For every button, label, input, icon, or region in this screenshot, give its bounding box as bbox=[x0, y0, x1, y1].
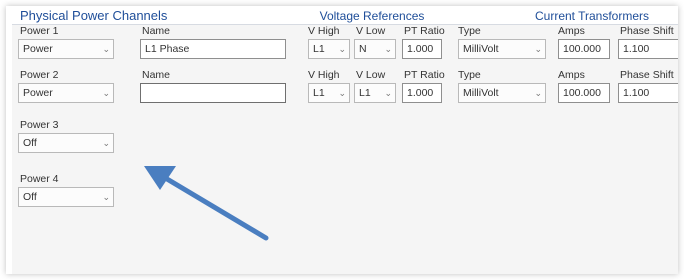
power-4-mode-select[interactable]: Off ⌄ bbox=[18, 187, 114, 207]
power-1-v-low-value: N bbox=[359, 43, 367, 55]
power-2-amps-field[interactable]: 100.000 bbox=[558, 83, 610, 103]
current-transformers-header: Current Transformers bbox=[534, 9, 650, 23]
chevron-down-icon: ⌄ bbox=[102, 88, 110, 98]
window-frame: Physical Power Channels Voltage Referenc… bbox=[6, 6, 678, 274]
power-1-v-low-select[interactable]: N ⌄ bbox=[354, 39, 396, 59]
amps-label-1: Amps bbox=[558, 25, 585, 37]
name-label-1: Name bbox=[142, 25, 171, 37]
type-label-2: Type bbox=[458, 69, 481, 81]
power-2-name-field[interactable] bbox=[140, 83, 286, 103]
power-2-mode-value: Power bbox=[23, 87, 53, 99]
power-2-mode-select[interactable]: Power ⌄ bbox=[18, 83, 114, 103]
channels-panel: Voltage References Current Transformers … bbox=[12, 9, 678, 274]
power-1-mode-select[interactable]: Power ⌄ bbox=[18, 39, 114, 59]
power-4-label: Power 4 bbox=[20, 173, 59, 185]
power-2-label: Power 2 bbox=[20, 69, 59, 81]
power-3-mode-value: Off bbox=[23, 137, 37, 149]
chevron-down-icon: ⌄ bbox=[102, 138, 110, 148]
voltage-references-header: Voltage References bbox=[319, 9, 425, 23]
chevron-down-icon: ⌄ bbox=[534, 88, 542, 98]
chevron-down-icon: ⌄ bbox=[102, 192, 110, 202]
amps-label-2: Amps bbox=[558, 69, 585, 81]
phase-shift-label-1: Phase Shift bbox=[620, 25, 674, 37]
phase-shift-label-2: Phase Shift bbox=[620, 69, 674, 81]
chevron-down-icon: ⌄ bbox=[384, 88, 392, 98]
pt-ratio-label-1: PT Ratio bbox=[404, 25, 445, 37]
power-1-ct-type-value: MilliVolt bbox=[463, 43, 499, 55]
power-2-pt-ratio-field[interactable]: 1.000 bbox=[402, 83, 442, 103]
power-2-v-low-value: L1 bbox=[359, 87, 371, 99]
v-high-label-1: V High bbox=[308, 25, 340, 37]
power-1-label: Power 1 bbox=[20, 25, 59, 37]
v-high-label-2: V High bbox=[308, 69, 340, 81]
power-1-ct-type-select[interactable]: MilliVolt ⌄ bbox=[458, 39, 546, 59]
name-label-2: Name bbox=[142, 69, 171, 81]
power-1-v-high-select[interactable]: L1 ⌄ bbox=[308, 39, 350, 59]
power-1-amps-field[interactable]: 100.000 bbox=[558, 39, 610, 59]
power-1-v-high-value: L1 bbox=[313, 43, 325, 55]
type-label-1: Type bbox=[458, 25, 481, 37]
v-low-label-1: V Low bbox=[356, 25, 386, 37]
power-1-mode-value: Power bbox=[23, 43, 53, 55]
chevron-down-icon: ⌄ bbox=[534, 44, 542, 54]
chevron-down-icon: ⌄ bbox=[384, 44, 392, 54]
chevron-down-icon: ⌄ bbox=[102, 44, 110, 54]
pt-ratio-label-2: PT Ratio bbox=[404, 69, 445, 81]
power-4-mode-value: Off bbox=[23, 191, 37, 203]
power-2-v-low-select[interactable]: L1 ⌄ bbox=[354, 83, 396, 103]
power-1-phase-shift-field[interactable]: 1.100 bbox=[618, 39, 678, 59]
panel-title: Physical Power Channels bbox=[20, 8, 168, 23]
power-2-ct-type-value: MilliVolt bbox=[463, 87, 499, 99]
power-1-pt-ratio-field[interactable]: 1.000 bbox=[402, 39, 442, 59]
chevron-down-icon: ⌄ bbox=[338, 88, 346, 98]
power-2-v-high-value: L1 bbox=[313, 87, 325, 99]
chevron-down-icon: ⌄ bbox=[338, 44, 346, 54]
power-1-name-field[interactable]: L1 Phase bbox=[140, 39, 286, 59]
power-2-phase-shift-field[interactable]: 1.100 bbox=[618, 83, 678, 103]
power-3-label: Power 3 bbox=[20, 119, 59, 131]
v-low-label-2: V Low bbox=[356, 69, 386, 81]
power-3-mode-select[interactable]: Off ⌄ bbox=[18, 133, 114, 153]
power-2-ct-type-select[interactable]: MilliVolt ⌄ bbox=[458, 83, 546, 103]
power-2-v-high-select[interactable]: L1 ⌄ bbox=[308, 83, 350, 103]
